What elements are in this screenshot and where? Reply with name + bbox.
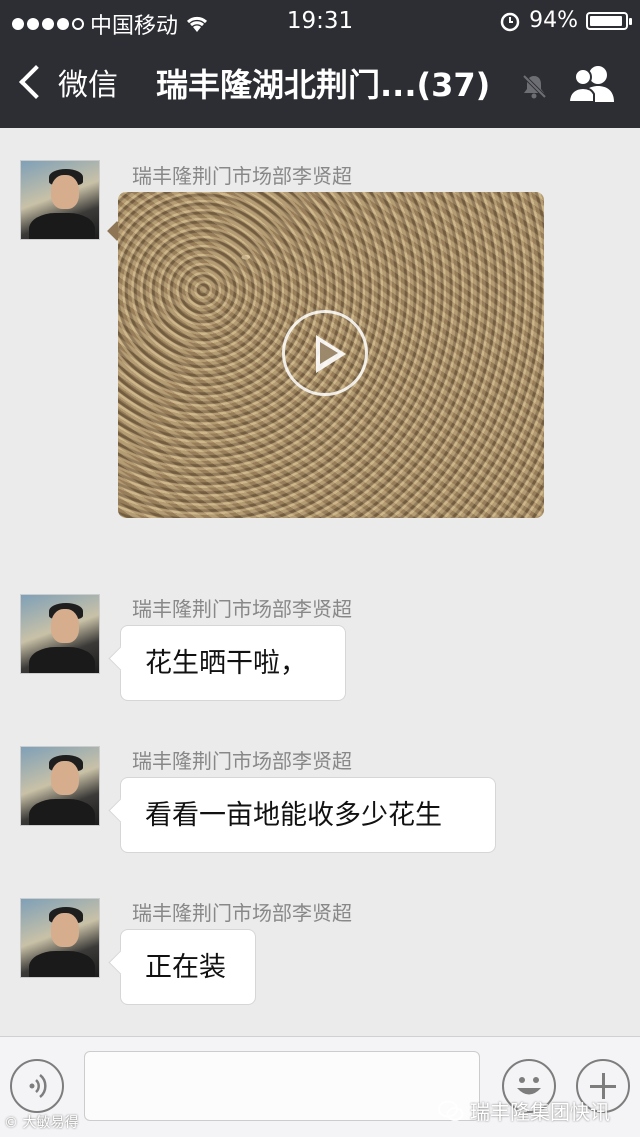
watermark-right: 瑞丰隆集团快讯 (438, 1096, 610, 1125)
back-chevron-icon (19, 65, 53, 99)
avatar[interactable] (20, 594, 100, 674)
wechat-logo-icon (438, 1100, 464, 1121)
battery-percent: 94% (529, 8, 578, 33)
avatar[interactable] (20, 898, 100, 978)
message-bubble[interactable]: 正在装 (120, 929, 256, 1005)
voice-button[interactable] (10, 1059, 64, 1113)
message-input[interactable] (84, 1051, 480, 1121)
battery-icon (586, 11, 632, 30)
watermark-right-text: 瑞丰隆集团快讯 (470, 1100, 610, 1124)
play-icon[interactable] (282, 310, 368, 396)
watermark-left: © 大敏易得 (4, 1115, 79, 1131)
back-label: 微信 (58, 68, 118, 103)
avatar[interactable] (20, 160, 100, 240)
message-bubble[interactable]: 花生晒干啦， (120, 625, 346, 701)
alarm-icon (500, 12, 520, 31)
mute-icon (522, 74, 547, 99)
group-members-icon[interactable] (568, 64, 616, 104)
nav-bar: 微信 瑞丰隆湖北荆门...(37) (0, 40, 640, 128)
sender-name: 瑞丰隆荆门市场部李贤超 (132, 164, 352, 188)
sender-name: 瑞丰隆荆门市场部李贤超 (132, 901, 352, 925)
message-bubble[interactable]: 看看一亩地能收多少花生 (120, 777, 496, 853)
sender-name: 瑞丰隆荆门市场部李贤超 (132, 597, 352, 621)
status-bar: 中国移动 19:31 94% (0, 0, 640, 40)
sender-name: 瑞丰隆荆门市场部李贤超 (132, 749, 352, 773)
voice-icon (29, 1074, 47, 1098)
status-right: 94% (499, 8, 632, 33)
video-message[interactable] (118, 192, 544, 518)
back-button[interactable]: 微信 (18, 60, 118, 104)
chat-title: 瑞丰隆湖北荆门...(37) (156, 66, 491, 104)
avatar[interactable] (20, 746, 100, 826)
